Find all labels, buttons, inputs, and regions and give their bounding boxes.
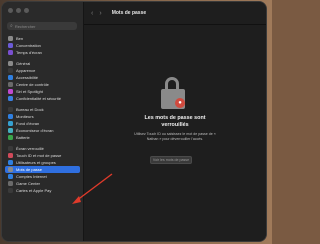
- sidebar-item[interactable]: Écran verrouillé: [5, 145, 80, 152]
- sidebar-item-label: Ben: [16, 36, 24, 41]
- sidebar-item-icon: [8, 146, 13, 151]
- sidebar-item-label: Fond d'écran: [16, 121, 40, 126]
- search-placeholder: Rechercher: [14, 23, 36, 29]
- sidebar-item-label: Écran verrouillé: [16, 146, 44, 151]
- sidebar-item-icon: [8, 43, 13, 48]
- sidebar-item[interactable]: Batterie: [5, 134, 80, 141]
- sidebar-item-icon: [8, 128, 13, 133]
- sidebar-item-icon: [8, 181, 13, 186]
- sidebar-item-icon: [8, 160, 13, 165]
- sidebar-item-icon: [8, 50, 13, 55]
- sidebar-item-label: Économiseur d'écran: [16, 128, 54, 133]
- sidebar: ⌕ Rechercher Ben Concentration Temps d'écr…: [2, 2, 84, 241]
- sidebar-item[interactable]: Ben: [5, 35, 80, 42]
- locked-heading: Les mots de passe sont verrouillés: [144, 115, 206, 128]
- sidebar-item[interactable]: Accessibilité: [5, 74, 80, 81]
- settings-window: ⌕ Rechercher Ben Concentration Temps d'écr…: [2, 2, 266, 241]
- sidebar-item[interactable]: Moniteurs: [5, 113, 80, 120]
- sidebar-item-icon: [8, 114, 13, 119]
- sidebar-item[interactable]: Économiseur d'écran: [5, 127, 80, 134]
- search-icon: ⌕: [10, 23, 13, 29]
- sidebar-item-icon: [8, 89, 13, 94]
- sidebar-item[interactable]: Centre de contrôle: [5, 81, 80, 88]
- forward-icon[interactable]: ›: [99, 10, 101, 17]
- sidebar-item-label: Accessibilité: [16, 75, 39, 80]
- sidebar-item-icon: [8, 167, 13, 172]
- sidebar-item-label: Général: [16, 61, 31, 66]
- page-title: Mots de passe: [111, 10, 147, 16]
- sidebar-item-icon: [8, 75, 13, 80]
- sidebar-item-icon: [8, 36, 13, 41]
- sidebar-item-icon: [8, 135, 13, 140]
- sidebar-item-label: Game Center: [16, 181, 41, 186]
- sidebar-item-label: Apparence: [16, 68, 36, 73]
- sidebar-item-icon: [8, 153, 13, 158]
- sidebar-item[interactable]: Siri et Spotlight: [5, 88, 80, 95]
- sidebar-item-label: Touch ID et mot de passe: [16, 153, 62, 158]
- sidebar-item-label: Concentration: [16, 43, 41, 48]
- sidebar-item[interactable]: Concentration: [5, 42, 80, 49]
- key-badge-icon: ●: [175, 98, 185, 108]
- sidebar-item-label: Confidentialité et sécurité: [16, 96, 61, 101]
- toolbar: ‹ › Mots de passe: [84, 2, 266, 25]
- sidebar-item-label: Batterie: [16, 135, 30, 140]
- sidebar-item[interactable]: Mots de passe: [5, 166, 80, 173]
- sidebar-item-label: Mots de passe: [16, 167, 43, 172]
- locked-description: Utilisez Touch ID ou saisissez le mot de…: [134, 132, 216, 141]
- close-window-button[interactable]: [8, 8, 13, 13]
- zoom-window-button[interactable]: [24, 8, 29, 13]
- sidebar-item-label: Bureau et Dock: [16, 107, 44, 112]
- sidebar-item-label: Comptes Internet: [16, 174, 47, 179]
- sidebar-item-label: Utilisateurs et groupes: [16, 160, 56, 165]
- sidebar-item-icon: [8, 96, 13, 101]
- sidebar-item-label: Cartes et Apple Pay: [16, 188, 52, 193]
- window-controls: [8, 8, 29, 13]
- sidebar-item[interactable]: Game Center: [5, 180, 80, 187]
- sidebar-item[interactable]: Bureau et Dock: [5, 106, 80, 113]
- sidebar-item-icon: [8, 82, 13, 87]
- back-icon[interactable]: ‹: [91, 10, 93, 17]
- sidebar-item-icon: [8, 121, 13, 126]
- sidebar-item[interactable]: Comptes Internet: [5, 173, 80, 180]
- sidebar-item-label: Temps d'écran: [16, 50, 42, 55]
- sidebar-item[interactable]: Cartes et Apple Pay: [5, 187, 80, 194]
- sidebar-item-label: Centre de contrôle: [16, 82, 49, 87]
- sidebar-item[interactable]: Fond d'écran: [5, 120, 80, 127]
- sidebar-item-label: Siri et Spotlight: [16, 89, 43, 94]
- sidebar-item-label: Moniteurs: [16, 114, 34, 119]
- unlock-button[interactable]: Voir les mots de passe: [150, 156, 192, 164]
- sidebar-item[interactable]: Utilisateurs et groupes: [5, 159, 80, 166]
- sidebar-item-icon: [8, 61, 13, 66]
- sidebar-item[interactable]: Touch ID et mot de passe: [5, 152, 80, 159]
- sidebar-item-icon: [8, 68, 13, 73]
- sidebar-item-icon: [8, 174, 13, 179]
- sidebar-item[interactable]: Apparence: [5, 67, 80, 74]
- sidebar-item[interactable]: Général: [5, 60, 80, 67]
- sidebar-item-icon: [8, 188, 13, 193]
- sidebar-item[interactable]: Temps d'écran: [5, 49, 80, 56]
- sidebar-item[interactable]: Confidentialité et sécurité: [5, 95, 80, 102]
- search-input[interactable]: ⌕ Rechercher: [7, 22, 77, 30]
- main-panel: ‹ › Mots de passe ● Les mots de passe so…: [84, 2, 266, 241]
- minimize-window-button[interactable]: [16, 8, 21, 13]
- sidebar-item-icon: [8, 107, 13, 112]
- sidebar-list: Ben Concentration Temps d'écran Général Appa…: [5, 35, 80, 194]
- lock-icon: ●: [159, 77, 189, 111]
